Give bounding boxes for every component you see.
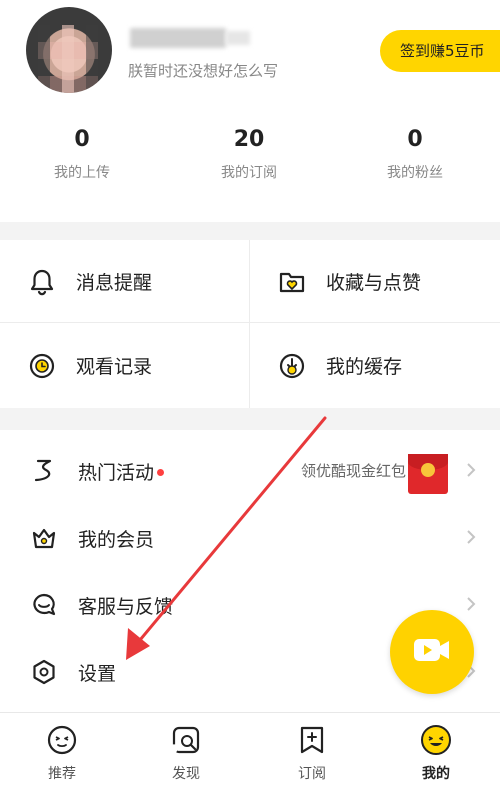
notification-dot	[157, 468, 165, 476]
username-blurred-tail	[226, 31, 250, 45]
tab-recommend[interactable]: 推荐	[17, 723, 107, 783]
chat-icon	[30, 591, 58, 619]
feature-grid: 消息提醒 收藏与点赞 观看记录 我的缓存	[0, 240, 500, 408]
bell-icon	[28, 268, 56, 296]
profile-signature[interactable]: 朕暂时还没想好怎么写	[128, 60, 278, 81]
stat-subscriptions-value: 20	[233, 127, 265, 152]
list-item-hot-activities[interactable]: 热门活动 领优酷现金红包	[0, 438, 500, 504]
checkin-button[interactable]: 签到赚5豆币	[380, 30, 500, 72]
grid-item-downloads[interactable]: 我的缓存	[250, 324, 499, 407]
list-item-label: 我的会员	[78, 528, 155, 551]
settings-icon	[30, 658, 58, 686]
tab-label: 推荐	[48, 766, 76, 782]
record-video-button[interactable]	[390, 610, 474, 694]
chevron-right-icon	[466, 462, 476, 482]
recommend-face-icon	[17, 723, 107, 757]
stat-uploads-value: 0	[74, 127, 90, 152]
chevron-right-icon	[466, 596, 476, 616]
username-blurred	[130, 28, 226, 48]
red-envelope-promo[interactable]: 领优酷现金红包	[301, 460, 406, 481]
stat-fans-label: 我的粉丝	[387, 165, 443, 181]
list-item-label: 设置	[78, 662, 117, 685]
red-envelope-icon[interactable]	[408, 454, 448, 494]
crown-icon	[30, 524, 58, 552]
list-item-label: 热门活动	[78, 461, 155, 484]
avatar[interactable]	[26, 7, 112, 93]
bottom-tab-bar: 推荐 发现 订阅 我的	[0, 712, 500, 787]
grid-item-label: 观看记录	[76, 356, 153, 378]
grid-item-history[interactable]: 观看记录	[0, 324, 249, 407]
grid-item-favorites[interactable]: 收藏与点赞	[250, 240, 499, 323]
grid-divider-vertical	[249, 240, 250, 408]
download-icon	[278, 352, 306, 380]
subscribe-icon	[267, 723, 357, 757]
stat-uploads[interactable]: 0 我的上传	[22, 127, 142, 182]
tab-label: 我的	[422, 766, 450, 782]
stat-fans[interactable]: 0 我的粉丝	[355, 127, 475, 182]
stat-subscriptions[interactable]: 20 我的订阅	[189, 127, 309, 182]
chevron-right-icon	[466, 529, 476, 549]
grid-divider-horizontal	[0, 322, 500, 323]
mine-face-icon	[391, 723, 481, 757]
list-item-label: 客服与反馈	[78, 595, 174, 618]
history-clock-icon	[28, 352, 56, 380]
tab-subscribe[interactable]: 订阅	[267, 723, 357, 783]
tab-discover[interactable]: 发现	[141, 723, 231, 783]
grid-item-label: 收藏与点赞	[326, 272, 422, 294]
discover-icon	[141, 723, 231, 757]
stats-row: 0 我的上传 20 我的订阅 0 我的粉丝	[0, 115, 500, 215]
stat-uploads-label: 我的上传	[54, 165, 110, 181]
stat-fans-value: 0	[407, 127, 423, 152]
list-item-membership[interactable]: 我的会员	[0, 505, 500, 571]
section-divider	[0, 408, 500, 430]
avatar-mosaic	[38, 25, 98, 93]
section-divider	[0, 222, 500, 240]
activity-icon	[30, 457, 58, 485]
grid-item-label: 我的缓存	[326, 356, 403, 378]
stat-subscriptions-label: 我的订阅	[221, 165, 277, 181]
tab-label: 订阅	[298, 766, 326, 782]
grid-item-label: 消息提醒	[76, 272, 153, 294]
video-camera-icon	[412, 635, 452, 669]
profile-header: 朕暂时还没想好怎么写 签到赚5豆币	[0, 0, 500, 110]
tab-mine[interactable]: 我的	[391, 723, 481, 783]
tab-label: 发现	[172, 766, 200, 782]
folder-heart-icon	[278, 268, 306, 296]
grid-item-notifications[interactable]: 消息提醒	[0, 240, 249, 323]
